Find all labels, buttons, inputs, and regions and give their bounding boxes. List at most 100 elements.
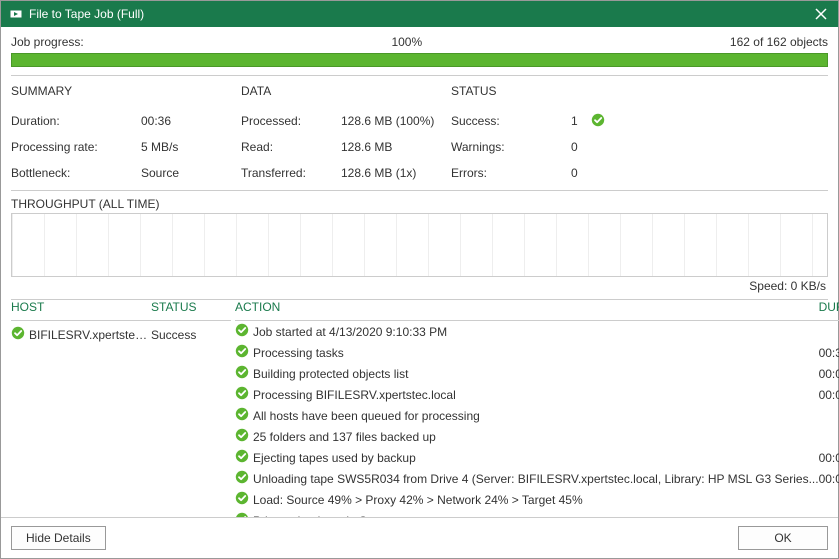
action-row: Processing BIFILESRV.xpertstec.local00:0… [235, 384, 839, 405]
progress-bar-wrap [1, 53, 838, 75]
stat-row: Duration:00:36 [11, 108, 241, 134]
stat-key: Processing rate: [11, 140, 141, 154]
action-row: All hosts have been queued for processin… [235, 405, 839, 426]
stat-key: Duration: [11, 114, 141, 128]
summary-header: SUMMARY [11, 84, 241, 98]
actions-header-action: ACTION [235, 300, 819, 314]
stat-key: Bottleneck: [11, 166, 141, 180]
status-row: Errors:0 [451, 160, 828, 186]
status-value: 1 [571, 114, 591, 128]
action-text: Building protected objects list [253, 367, 819, 381]
action-text: Load: Source 49% > Proxy 42% > Network 2… [253, 493, 819, 507]
action-row: Ejecting tapes used by backup00:00 [235, 447, 839, 468]
action-row: Building protected objects list00:00 [235, 363, 839, 384]
throughput-speed: Speed: 0 KB/s [1, 277, 838, 299]
success-check-icon [235, 365, 249, 379]
status-value: 0 [571, 166, 591, 180]
success-check-icon [235, 491, 249, 505]
action-text: Ejecting tapes used by backup [253, 451, 819, 465]
success-check-icon [591, 113, 605, 127]
stats-panel: SUMMARY Duration:00:36Processing rate:5 … [1, 76, 838, 190]
stat-value: 5 MB/s [141, 140, 241, 154]
action-text: Primary bottleneck: Source [253, 514, 819, 518]
action-row: Primary bottleneck: Source [235, 510, 839, 517]
progress-bar [11, 53, 828, 67]
action-row: Load: Source 49% > Proxy 42% > Network 2… [235, 489, 839, 510]
close-button[interactable] [812, 5, 830, 23]
hide-details-button[interactable]: Hide Details [11, 526, 106, 550]
throughput-chart [11, 213, 828, 277]
action-duration: 00:00 [819, 367, 839, 381]
success-check-icon [235, 344, 249, 358]
status-header: STATUS [451, 84, 828, 98]
titlebar: File to Tape Job (Full) [1, 1, 838, 27]
action-text: 25 folders and 137 files backed up [253, 430, 819, 444]
success-check-icon [235, 512, 249, 517]
stat-row: Processing rate:5 MB/s [11, 134, 241, 160]
host-row[interactable]: BIFILESRV.xpertstec.lo...Success [11, 321, 231, 348]
progress-objects: 162 of 162 objects [730, 35, 828, 49]
data-header: DATA [241, 84, 451, 98]
stat-row: Bottleneck:Source [11, 160, 241, 186]
actions-header-duration: DURATION [819, 300, 839, 314]
status-key: Errors: [451, 166, 571, 180]
stat-row: Read:128.6 MB [241, 134, 451, 160]
data-column: DATA Processed:128.6 MB (100%)Read:128.6… [241, 84, 451, 186]
stat-value: 128.6 MB (1x) [341, 166, 451, 180]
action-row: Job started at 4/13/2020 9:10:33 PM [235, 321, 839, 342]
job-progress-window: File to Tape Job (Full) Job progress: 10… [0, 0, 839, 559]
action-duration: 00:00 [819, 451, 839, 465]
status-value: 0 [571, 140, 591, 154]
action-duration: 00:00 [819, 472, 839, 486]
action-row: Unloading tape SWS5R034 from Drive 4 (Se… [235, 468, 839, 489]
action-text: Job started at 4/13/2020 9:10:33 PM [253, 325, 819, 339]
stat-value: 128.6 MB (100%) [341, 114, 451, 128]
app-icon [9, 7, 23, 21]
action-text: Processing BIFILESRV.xpertstec.local [253, 388, 819, 402]
success-check-icon [235, 449, 249, 463]
summary-column: SUMMARY Duration:00:36Processing rate:5 … [11, 84, 241, 186]
hosts-table: HOST STATUS BIFILESRV.xpertstec.lo...Suc… [11, 300, 231, 517]
stat-value: Source [141, 166, 241, 180]
stat-key: Processed: [241, 114, 341, 128]
action-row: Processing tasks00:34 [235, 342, 839, 363]
success-check-icon [11, 326, 25, 340]
action-row: 25 folders and 137 files backed up [235, 426, 839, 447]
stat-row: Processed:128.6 MB (100%) [241, 108, 451, 134]
footer: Hide Details OK [1, 517, 838, 558]
ok-button[interactable]: OK [738, 526, 828, 550]
status-column: STATUS Success:1Warnings:0Errors:0 [451, 84, 828, 186]
stat-value: 128.6 MB [341, 140, 451, 154]
success-check-icon [235, 386, 249, 400]
status-row: Success:1 [451, 108, 828, 134]
host-name: BIFILESRV.xpertstec.lo... [29, 328, 151, 342]
status-key: Success: [451, 114, 571, 128]
host-status: Success [151, 328, 231, 342]
actions-table: ACTION DURATION Job started at 4/13/2020… [235, 300, 839, 517]
logs-panel: HOST STATUS BIFILESRV.xpertstec.lo...Suc… [1, 300, 838, 517]
action-text: Processing tasks [253, 346, 819, 360]
progress-percent: 100% [84, 35, 730, 49]
success-check-icon [235, 428, 249, 442]
hosts-header-host: HOST [11, 300, 151, 314]
action-text: All hosts have been queued for processin… [253, 409, 819, 423]
stat-key: Read: [241, 140, 341, 154]
stat-key: Transferred: [241, 166, 341, 180]
hosts-header-status: STATUS [151, 300, 231, 314]
action-duration: 00:03 [819, 388, 839, 402]
success-check-icon [235, 470, 249, 484]
stat-value: 00:36 [141, 114, 241, 128]
progress-label: Job progress: [11, 35, 84, 49]
hosts-header: HOST STATUS [11, 300, 231, 321]
progress-row: Job progress: 100% 162 of 162 objects [1, 27, 838, 53]
throughput-label: THROUGHPUT (ALL TIME) [1, 191, 838, 213]
status-key: Warnings: [451, 140, 571, 154]
action-text: Unloading tape SWS5R034 from Drive 4 (Se… [253, 472, 819, 486]
stat-row: Transferred:128.6 MB (1x) [241, 160, 451, 186]
success-check-icon [235, 407, 249, 421]
window-title: File to Tape Job (Full) [29, 7, 812, 21]
action-duration: 00:34 [819, 346, 839, 360]
success-check-icon [235, 323, 249, 337]
actions-header: ACTION DURATION [235, 300, 839, 321]
status-row: Warnings:0 [451, 134, 828, 160]
